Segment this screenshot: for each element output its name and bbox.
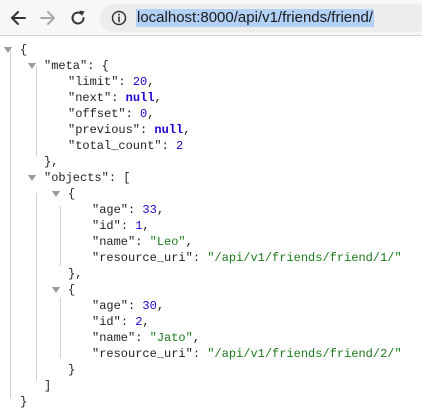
forward-button[interactable]	[36, 6, 60, 30]
collapse-toggle-root[interactable]	[4, 47, 12, 53]
json-key: "objects"	[44, 171, 109, 185]
json-line: "resource_uri": "/api/v1/friends/friend/…	[92, 347, 402, 361]
json-line: "total_count": 2	[68, 139, 184, 153]
json-line: },	[68, 267, 83, 281]
json-line: },	[44, 155, 59, 169]
json-null: null	[154, 123, 184, 137]
json-line: "offset": 0,	[68, 107, 155, 121]
json-null: null	[125, 91, 155, 105]
json-key: "age"	[92, 203, 129, 217]
json-line: "name": "Jato",	[92, 331, 201, 345]
json-line: "name": "Leo",	[92, 235, 193, 249]
json-line: "age": 30,	[92, 299, 165, 313]
json-line: {	[68, 187, 76, 201]
collapse-toggle-meta[interactable]	[28, 63, 36, 69]
json-key: "previous"	[68, 123, 141, 137]
json-number: 20	[132, 75, 148, 89]
json-line: }	[68, 363, 76, 377]
json-line: ]	[44, 379, 52, 393]
indent-guide	[10, 50, 11, 398]
indent-guide	[60, 206, 61, 266]
json-line: {	[68, 283, 76, 297]
collapse-toggle-object-2[interactable]	[52, 287, 60, 293]
indent-guide	[36, 66, 37, 156]
json-line: "meta": {	[44, 59, 109, 73]
url-text[interactable]: localhost:8000/api/v1/friends/friend/	[136, 9, 374, 27]
json-key: "age"	[92, 299, 129, 313]
json-key: "offset"	[68, 107, 126, 121]
json-key: "limit"	[68, 75, 119, 89]
json-number: 2	[176, 139, 184, 153]
json-string: "/api/v1/friends/friend/1/"	[207, 251, 402, 265]
browser-toolbar: localhost:8000/api/v1/friends/friend/	[0, 0, 422, 36]
json-line: {	[20, 43, 28, 57]
back-arrow-icon	[9, 9, 27, 27]
reload-icon	[69, 9, 87, 27]
json-line: "resource_uri": "/api/v1/friends/friend/…	[92, 251, 402, 265]
json-key: "name"	[92, 235, 136, 249]
json-viewer: { "meta": { "limit": 20, "next": null, "…	[0, 36, 422, 417]
json-line: "id": 1,	[92, 219, 150, 233]
reload-button[interactable]	[66, 6, 90, 30]
json-key: "meta"	[44, 59, 88, 73]
json-line: "age": 33,	[92, 203, 165, 217]
json-key: "id"	[92, 219, 121, 233]
indent-guide	[60, 298, 61, 358]
json-line: "previous": null,	[68, 123, 191, 137]
json-key: "resource_uri"	[92, 251, 193, 265]
address-bar[interactable]: localhost:8000/api/v1/friends/friend/	[100, 4, 422, 32]
collapse-toggle-objects[interactable]	[28, 175, 36, 181]
json-key: "next"	[68, 91, 112, 105]
json-line: "objects": [	[44, 171, 131, 185]
json-number: 33	[142, 203, 157, 217]
json-string: "/api/v1/friends/friend/2/"	[207, 347, 402, 361]
info-icon[interactable]	[111, 10, 127, 26]
forward-arrow-icon	[39, 9, 57, 27]
json-line: "id": 2,	[92, 315, 150, 329]
json-line: "next": null,	[68, 91, 162, 105]
json-string: "Jato"	[149, 331, 193, 345]
json-key: "name"	[92, 331, 136, 345]
collapse-toggle-object-1[interactable]	[52, 191, 60, 197]
indent-guide	[36, 193, 37, 381]
json-line: }	[20, 395, 28, 409]
json-number: 30	[142, 299, 157, 313]
json-key: "total_count"	[68, 139, 162, 153]
json-line: "limit": 20,	[68, 75, 155, 89]
json-string: "Leo"	[149, 235, 186, 249]
json-key: "resource_uri"	[92, 347, 193, 361]
back-button[interactable]	[6, 6, 30, 30]
json-key: "id"	[92, 315, 121, 329]
